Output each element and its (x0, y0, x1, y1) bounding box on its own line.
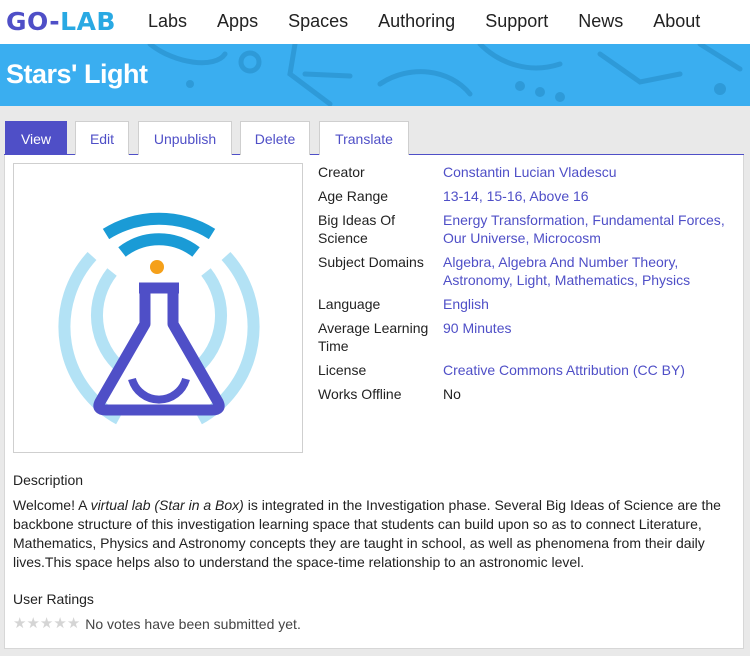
description-text: Welcome! A virtual lab (Star in a Box) i… (13, 496, 738, 572)
nav-item-support[interactable]: Support (485, 11, 548, 32)
page-title: Stars' Light (6, 59, 148, 89)
tab-delete[interactable]: Delete (240, 121, 310, 155)
subject-link[interactable]: Mathematics (555, 272, 634, 288)
subject-link[interactable]: Physics (642, 272, 690, 288)
big-idea-link[interactable]: Microcosm (533, 230, 601, 246)
creator-label: Creator (318, 164, 365, 180)
works-offline-value: No (443, 386, 461, 402)
logo-go: GO (6, 7, 50, 36)
creator-link[interactable]: Constantin Lucian Vladescu (443, 163, 738, 181)
description-heading: Description (13, 472, 84, 488)
space-image (13, 163, 303, 453)
meta-row-license: License Creative Commons Attribution (CC… (318, 361, 738, 379)
space-metadata: Creator Constantin Lucian Vladescu Age R… (318, 163, 738, 409)
big-idea-link[interactable]: Our Universe (443, 230, 525, 246)
subject-link[interactable]: Algebra (443, 254, 491, 270)
star-icon[interactable]: ★ (40, 616, 53, 632)
tab-edit[interactable]: Edit (75, 121, 129, 155)
big-ideas-label: Big Ideas Of Science (318, 212, 396, 246)
meta-row-language: Language English (318, 295, 738, 313)
subject-domains-values: Algebra, Algebra And Number Theory, Astr… (443, 254, 691, 288)
age-range-label: Age Range (318, 188, 389, 204)
top-nav: GO-LAB Labs Apps Spaces Authoring Suppor… (0, 0, 750, 44)
nav-item-about[interactable]: About (653, 11, 700, 32)
language-label: Language (318, 296, 381, 312)
tab-translate[interactable]: Translate (319, 121, 409, 155)
star-icon[interactable]: ★ (67, 616, 80, 632)
tab-view[interactable]: View (5, 121, 67, 155)
big-ideas-values: Energy Transformation, Fundamental Force… (443, 212, 725, 246)
meta-row-offline: Works Offline No (318, 385, 738, 403)
description-italic: virtual lab (Star in a Box) (90, 497, 244, 513)
subject-link[interactable]: Astronomy (443, 272, 509, 288)
age-link-15-16[interactable]: 15-16 (487, 188, 523, 204)
star-icon[interactable]: ★ (13, 616, 26, 632)
nav-item-news[interactable]: News (578, 11, 623, 32)
bubble-dot (150, 260, 164, 274)
learning-time-label: Average Learning Time (318, 320, 429, 354)
meta-row-age: Age Range 13-14, 15-16, Above 16 (318, 187, 738, 205)
subject-link[interactable]: Algebra And Number Theory (498, 254, 674, 270)
big-idea-link[interactable]: Fundamental Forces (592, 212, 720, 228)
flask-signal-icon (58, 212, 260, 425)
age-range-values: 13-14, 15-16, Above 16 (443, 188, 589, 204)
rating-widget: ★ ★ ★ ★ ★ No votes have been submitted y… (13, 616, 301, 633)
subject-link[interactable]: Light (517, 272, 547, 288)
tab-bar: View Edit Unpublish Delete Translate (4, 121, 744, 155)
meta-row-time: Average Learning Time 90 Minutes (318, 319, 738, 355)
logo-dash: - (49, 7, 61, 36)
star-icon[interactable]: ★ (53, 616, 66, 632)
subject-domains-label: Subject Domains (318, 254, 424, 270)
logo-lab: LAB (60, 7, 116, 36)
nav-item-apps[interactable]: Apps (217, 11, 258, 32)
nav-item-labs[interactable]: Labs (148, 11, 187, 32)
learning-time-link[interactable]: 90 Minutes (443, 319, 738, 355)
meta-row-subjects: Subject Domains Algebra, Algebra And Num… (318, 253, 738, 289)
page-banner: Stars' Light (0, 44, 750, 106)
age-link-above-16[interactable]: Above 16 (529, 188, 588, 204)
license-label: License (318, 362, 367, 378)
meta-row-big-ideas: Big Ideas Of Science Energy Transformati… (318, 211, 738, 247)
star-icon[interactable]: ★ (26, 616, 39, 632)
user-ratings-heading: User Ratings (13, 591, 94, 607)
meta-row-creator: Creator Constantin Lucian Vladescu (318, 163, 738, 181)
description-pre: Welcome! A (13, 497, 91, 513)
big-idea-link[interactable]: Energy Transformation (443, 212, 585, 228)
nav-item-authoring[interactable]: Authoring (378, 11, 455, 32)
tab-unpublish[interactable]: Unpublish (138, 121, 232, 155)
license-link[interactable]: Creative Commons Attribution (CC BY) (443, 361, 738, 379)
language-link[interactable]: English (443, 295, 738, 313)
works-offline-label: Works Offline (318, 386, 402, 402)
age-link-13-14[interactable]: 13-14 (443, 188, 479, 204)
nav-item-spaces[interactable]: Spaces (288, 11, 348, 32)
ratings-status: No votes have been submitted yet. (85, 616, 301, 632)
nav-menu: Labs Apps Spaces Authoring Support News … (148, 11, 730, 32)
go-lab-logo[interactable]: GO-LAB (6, 7, 116, 36)
